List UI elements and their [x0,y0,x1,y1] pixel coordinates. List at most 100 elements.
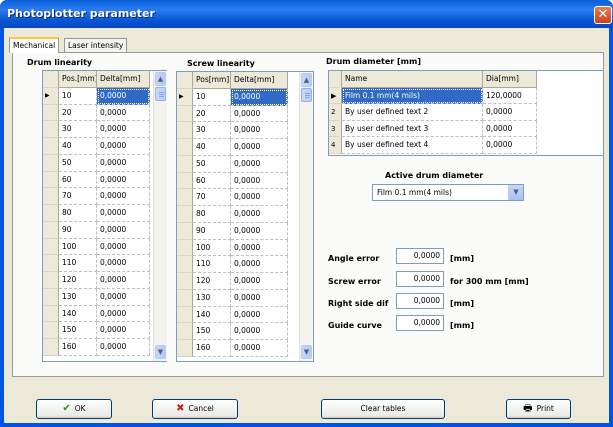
table-cell-delta[interactable]: 0,0000 [97,188,150,205]
table-cell-delta[interactable]: 0,0000 [97,138,150,155]
table-cell-delta[interactable]: 0,0000 [97,104,150,122]
table-cell-pos[interactable]: 160 [193,340,231,357]
table-cell-delta[interactable]: 0,0000 [231,289,288,307]
table-cell-pos[interactable]: 90 [193,222,231,240]
tab-laser-intensity[interactable]: Laser intensity [64,38,128,52]
table-cell-pos[interactable]: 110 [59,255,97,272]
table-cell-delta[interactable]: 0,0000 [231,340,288,357]
table-cell-delta[interactable]: 0,0000 [97,154,150,172]
table-cell-pos[interactable]: 20 [193,105,231,123]
table-cell-name[interactable]: By user defined text 4 [342,137,483,154]
table-cell-pos[interactable]: 130 [59,288,97,306]
ok-button[interactable]: ✔ OK [36,399,112,419]
table-cell-pos[interactable]: 70 [193,189,231,206]
table-cell-delta[interactable]: 0,0000 [231,105,288,123]
table-cell-pos[interactable]: 110 [193,256,231,273]
chevron-down-icon[interactable]: ▼ [508,185,523,200]
table-cell-pos[interactable]: 40 [59,138,97,155]
table-cell-pos[interactable]: 60 [193,172,231,190]
table-cell-dia[interactable]: 0,0000 [483,104,537,121]
table-cell-pos[interactable]: 120 [59,272,97,289]
table-cell-delta[interactable]: 0,0000 [231,256,288,273]
scroll-down-icon[interactable]: ▼ [301,345,312,359]
table-cell-delta[interactable]: 0,0000 [231,122,288,139]
scroll-thumb[interactable] [155,87,166,101]
table-cell-delta[interactable]: 0,0000 [97,272,150,289]
table-cell-delta[interactable]: 0,0000 [231,155,288,173]
table-cell-pos[interactable]: 10 [193,88,231,106]
table-cell-pos[interactable]: 130 [193,289,231,307]
active-drum-select[interactable]: Film 0.1 mm(4 mils) ▼ [372,184,524,201]
table-cell-delta[interactable]: 0,0000 [231,306,288,324]
table-cell-pos[interactable]: 50 [59,154,97,172]
print-button[interactable]: 🖶 Print [506,399,571,419]
table-cell-pos[interactable]: 100 [59,238,97,256]
table-cell-pos[interactable]: 80 [193,206,231,223]
table-cell-delta[interactable]: 0,0000 [97,87,150,105]
table-cell-delta[interactable]: 0,0000 [97,221,150,239]
tab-mechanical[interactable]: Mechanical [9,37,60,53]
angle-error-field[interactable]: 0,0000 [396,248,444,264]
table-cell-dia[interactable]: 120,0000 [483,87,537,104]
table-cell-pos[interactable]: 150 [193,323,231,340]
cancel-button[interactable]: ✖ Cancel [152,399,238,419]
table-cell-pos[interactable]: 10 [59,87,97,105]
row-indicator [43,171,59,189]
table-cell-pos[interactable]: 70 [59,188,97,205]
grid-corner [177,72,193,89]
scroll-up-icon[interactable]: ▲ [155,72,166,86]
table-cell-delta[interactable]: 0,0000 [97,288,150,306]
clear-tables-button[interactable]: Clear tables [321,399,445,419]
table-cell-pos[interactable]: 20 [59,104,97,122]
table-cell-delta[interactable]: 0,0000 [231,189,288,206]
table-cell-pos[interactable]: 60 [59,171,97,189]
table-cell-pos[interactable]: 90 [59,221,97,239]
table-cell-delta[interactable]: 0,0000 [97,255,150,272]
screw-linearity-grid[interactable]: Pos[mm] Delta[mm] ▶ 10 0,0000 20 0,0000 30 0,000… [176,71,314,362]
table-cell-delta[interactable]: 0,0000 [97,171,150,189]
table-cell-pos[interactable]: 40 [193,139,231,156]
table-cell-delta[interactable]: 0,0000 [231,273,288,290]
table-cell-pos[interactable]: 100 [193,239,231,257]
table-cell-delta[interactable]: 0,0000 [231,239,288,257]
scroll-up-icon[interactable]: ▲ [301,73,312,87]
table-cell-delta[interactable]: 0,0000 [97,121,150,138]
table-cell-name[interactable]: Film 0.1 mm(4 mils) [342,87,483,104]
guide-curve-field[interactable]: 0,0000 [396,315,444,331]
table-cell-pos[interactable]: 150 [59,322,97,339]
table-cell-delta[interactable]: 0,0000 [231,88,288,106]
close-button[interactable]: ✕ [594,6,612,24]
table-cell-pos[interactable]: 120 [193,273,231,290]
table-cell-delta[interactable]: 0,0000 [97,322,150,339]
table-cell-delta[interactable]: 0,0000 [231,323,288,340]
table-cell-delta[interactable]: 0,0000 [97,339,150,356]
table-cell-pos[interactable]: 50 [193,155,231,173]
drum-linearity-grid[interactable]: Pos.[mm] Delta[mm] ▶ 10 0,0000 20 0,0000 30 0,00… [42,70,167,362]
scroll-thumb[interactable] [301,88,312,102]
table-cell-delta[interactable]: 0,0000 [231,206,288,223]
table-cell-delta[interactable]: 0,0000 [231,139,288,156]
scroll-down-icon[interactable]: ▼ [155,345,166,359]
table-cell-pos[interactable]: 80 [59,205,97,222]
vertical-scrollbar[interactable]: ▲ ▼ [299,72,313,361]
title-bar[interactable]: Photoplotter parameter ✕ [0,0,613,28]
table-cell-dia[interactable]: 0,0000 [483,120,537,137]
table-cell-delta[interactable]: 0,0000 [97,205,150,222]
drum-diameter-grid[interactable]: Name Dia[mm] ▶ Film 0.1 mm(4 mils) 120,0000 2… [328,70,604,156]
table-cell-pos[interactable]: 140 [59,305,97,323]
table-cell-delta[interactable]: 0,0000 [231,172,288,190]
right-side-dif-field[interactable]: 0,0000 [396,293,444,309]
table-cell-pos[interactable]: 30 [59,121,97,138]
row-indicator [177,172,193,190]
table-cell-dia[interactable]: 0,0000 [483,137,537,154]
screw-error-field[interactable]: 0,0000 [396,271,444,287]
table-cell-delta[interactable]: 0,0000 [97,238,150,256]
table-cell-name[interactable]: By user defined text 3 [342,120,483,137]
table-cell-pos[interactable]: 160 [59,339,97,356]
table-cell-delta[interactable]: 0,0000 [97,305,150,323]
vertical-scrollbar[interactable]: ▲ ▼ [153,71,167,361]
table-cell-pos[interactable]: 30 [193,122,231,139]
table-cell-delta[interactable]: 0,0000 [231,222,288,240]
table-cell-pos[interactable]: 140 [193,306,231,324]
table-cell-name[interactable]: By user defined text 2 [342,104,483,121]
